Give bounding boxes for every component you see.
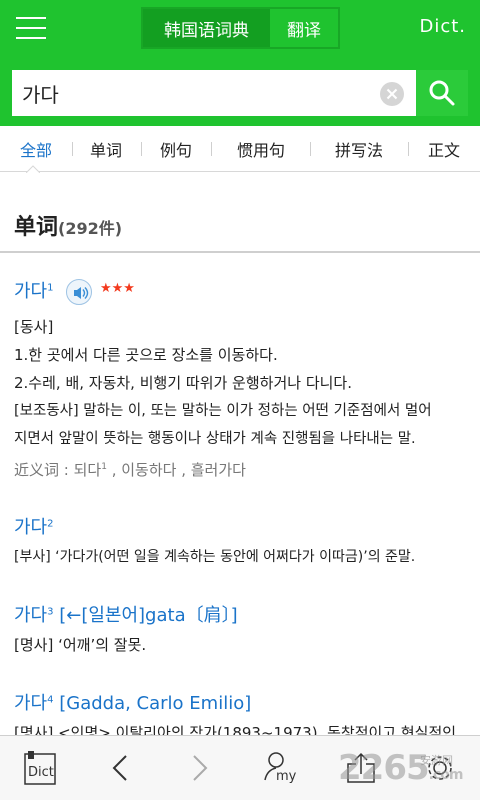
result-count: (292件) <box>58 219 123 238</box>
tab-divider <box>310 142 311 156</box>
frequency-stars: ★★★ <box>100 281 135 296</box>
entry-headword[interactable]: 가다2 <box>14 513 54 539</box>
entry-headword[interactable]: 가다4 [Gadda, Carlo Emilio] <box>14 689 251 715</box>
tab-divider <box>141 142 142 156</box>
tab-examples[interactable]: 例句 <box>150 126 202 171</box>
back-button[interactable] <box>108 750 134 786</box>
synonym-link[interactable]: , 이동하다 , 흘러가다 <box>107 461 246 479</box>
homonym-number: 1 <box>47 282 54 294</box>
dict-home-button[interactable]: Dict <box>24 750 56 786</box>
my-button[interactable]: my <box>262 750 298 786</box>
search-field-container <box>12 70 416 116</box>
tab-idioms[interactable]: 惯用句 <box>226 126 296 171</box>
synonyms-label: 近义词 : <box>14 461 74 479</box>
part-of-speech: [동사] <box>14 318 54 336</box>
definition-line: [명사] <인명> 이탈리아의 작가(1893~1973). 독창적이고 현실적… <box>14 724 457 735</box>
tab-korean-dictionary[interactable]: 韩国语词典 <box>143 9 270 47</box>
entry-definition: [부사] ‘가다가(어떤 일을 계속하는 동안에 어쩌다가 이따금)’의 준말. <box>14 543 474 571</box>
entry-definition: [명사] <인명> 이탈리아의 작가(1893~1973). 독창적이고 현실적… <box>14 719 474 735</box>
tab-divider <box>211 142 212 156</box>
tab-fulltext[interactable]: 正文 <box>418 126 470 171</box>
synonyms: 近义词 : 되다1 , 이동하다 , 흘러가다 <box>14 453 474 484</box>
tab-divider <box>72 142 73 156</box>
chevron-right-icon <box>193 755 208 781</box>
watermark-site: 安游网 <box>420 754 453 767</box>
tab-spelling[interactable]: 拼写法 <box>324 126 394 171</box>
section-divider <box>0 251 480 253</box>
entry-headword[interactable]: 가다1 <box>14 277 54 303</box>
etymology: [←[일본어]gata〔肩〕] <box>53 605 238 626</box>
search-icon <box>429 80 455 106</box>
definition-line: 2.수레, 배, 자동차, 비행기 따위가 운행하거나 다니다. <box>14 374 352 392</box>
section-header: 单词(292件) <box>14 209 122 241</box>
tab-translate[interactable]: 翻译 <box>270 9 338 47</box>
headword[interactable]: 가다 <box>14 517 47 538</box>
active-tab-indicator <box>26 165 40 173</box>
search-bar <box>0 58 480 126</box>
dict-label: Dict <box>28 765 54 780</box>
mode-switch: 韩国语词典 翻译 <box>141 7 340 49</box>
etymology: [Gadda, Carlo Emilio] <box>53 693 252 714</box>
filter-tabs: 全部 单词 例句 惯用句 拼写法 正文 <box>0 126 480 172</box>
top-bar: 韩国语词典 翻译 Dict. <box>0 0 480 58</box>
entry-definition: [명사] ‘어깨’의 잘못. <box>14 631 474 659</box>
homonym-number: 2 <box>47 518 54 530</box>
definition-line: [명사] ‘어깨’의 잘못. <box>14 636 147 654</box>
results-content: 单词(292件) 가다1 ★★★ [동사] 1.한 곳에서 다른 곳으로 장소를… <box>0 173 480 735</box>
speaker-icon[interactable] <box>66 279 92 305</box>
chevron-left-icon <box>112 755 127 781</box>
watermark-suffix: .com <box>428 767 464 783</box>
headword[interactable]: 가다 <box>14 693 47 714</box>
clear-icon[interactable] <box>380 82 404 106</box>
forward-button[interactable] <box>186 750 212 786</box>
entry-headword[interactable]: 가다3 [←[일본어]gata〔肩〕] <box>14 601 238 627</box>
tab-divider <box>408 142 409 156</box>
my-label: my <box>276 769 297 784</box>
definition-line: 지면서 앞말이 뜻하는 행동이나 상태가 계속 진행됨을 나타내는 말. <box>14 431 416 447</box>
synonym-link[interactable]: 되다 <box>74 461 102 479</box>
headword[interactable]: 가다 <box>14 281 47 302</box>
entry-definition: [동사] 1.한 곳에서 다른 곳으로 장소를 이동하다. 2.수레, 배, 자… <box>14 313 474 484</box>
search-button[interactable] <box>416 70 468 116</box>
definition-line: [보조동사] 말하는 이, 또는 말하는 이가 정하는 어떤 기준점에서 멀어 <box>14 403 432 419</box>
definition-line: [부사] ‘가다가(어떤 일을 계속하는 동안에 어쩌다가 이따금)’의 준말. <box>14 549 416 565</box>
search-input[interactable] <box>12 70 372 116</box>
brand-logo: Dict. <box>419 16 466 37</box>
tab-words[interactable]: 单词 <box>80 126 132 171</box>
section-title: 单词 <box>14 215 59 240</box>
definition-line: 1.한 곳에서 다른 곳으로 장소를 이동하다. <box>14 346 278 364</box>
watermark-text: 2265 <box>338 748 430 788</box>
menu-icon[interactable] <box>14 14 48 42</box>
headword[interactable]: 가다 <box>14 605 47 626</box>
